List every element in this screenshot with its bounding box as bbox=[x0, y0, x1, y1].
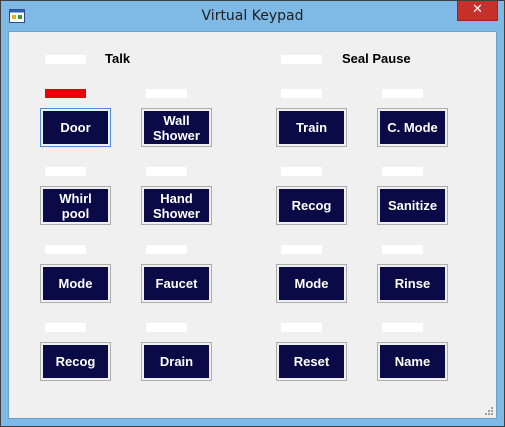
sanitize-button[interactable]: Sanitize bbox=[377, 186, 448, 225]
wall-shower-indicator bbox=[146, 89, 187, 98]
mode-right-indicator bbox=[281, 245, 322, 254]
recog-right-button-label: Recog bbox=[279, 189, 344, 222]
whirlpool-button-label: Whirl pool bbox=[43, 189, 108, 222]
recog-right-indicator bbox=[281, 167, 322, 176]
c-mode-indicator bbox=[382, 89, 423, 98]
reset-button-label: Reset bbox=[279, 345, 344, 378]
keypad-panel: Talk Seal Pause Door Wall Shower Train C… bbox=[8, 31, 497, 419]
drain-button[interactable]: Drain bbox=[141, 342, 212, 381]
talk-label: Talk bbox=[105, 51, 131, 66]
rinse-button[interactable]: Rinse bbox=[377, 264, 448, 303]
name-indicator bbox=[382, 323, 423, 332]
sanitize-button-label: Sanitize bbox=[380, 189, 445, 222]
c-mode-button-label: C. Mode bbox=[380, 111, 445, 144]
rinse-button-label: Rinse bbox=[380, 267, 445, 300]
name-button[interactable]: Name bbox=[377, 342, 448, 381]
reset-indicator bbox=[281, 323, 322, 332]
door-button-label: Door bbox=[43, 111, 108, 144]
close-button[interactable]: ✕ bbox=[457, 1, 498, 21]
whirlpool-indicator bbox=[45, 167, 86, 176]
recog-left-button[interactable]: Recog bbox=[40, 342, 111, 381]
wall-shower-button-label: Wall Shower bbox=[144, 111, 209, 144]
hand-shower-button[interactable]: Hand Shower bbox=[141, 186, 212, 225]
sanitize-indicator bbox=[382, 167, 423, 176]
mode-right-button-label: Mode bbox=[279, 267, 344, 300]
reset-button[interactable]: Reset bbox=[276, 342, 347, 381]
resize-grip-icon[interactable] bbox=[484, 406, 494, 416]
mode-left-button[interactable]: Mode bbox=[40, 264, 111, 303]
hand-shower-indicator bbox=[146, 167, 187, 176]
name-button-label: Name bbox=[380, 345, 445, 378]
mode-left-indicator bbox=[45, 245, 86, 254]
close-icon: ✕ bbox=[472, 2, 483, 17]
recog-right-button[interactable]: Recog bbox=[276, 186, 347, 225]
hand-shower-button-label: Hand Shower bbox=[144, 189, 209, 222]
faucet-button-label: Faucet bbox=[144, 267, 209, 300]
wall-shower-button[interactable]: Wall Shower bbox=[141, 108, 212, 147]
rinse-indicator bbox=[382, 245, 423, 254]
whirlpool-button[interactable]: Whirl pool bbox=[40, 186, 111, 225]
faucet-indicator bbox=[146, 245, 187, 254]
mode-left-button-label: Mode bbox=[43, 267, 108, 300]
c-mode-button[interactable]: C. Mode bbox=[377, 108, 448, 147]
talk-indicator bbox=[45, 55, 86, 64]
mode-right-button[interactable]: Mode bbox=[276, 264, 347, 303]
train-indicator bbox=[281, 89, 322, 98]
train-button-label: Train bbox=[279, 111, 344, 144]
seal-pause-indicator bbox=[281, 55, 322, 64]
recog-left-button-label: Recog bbox=[43, 345, 108, 378]
train-button[interactable]: Train bbox=[276, 108, 347, 147]
recog-left-indicator bbox=[45, 323, 86, 332]
title-bar[interactable]: Virtual Keypad ✕ bbox=[1, 1, 504, 32]
seal-pause-label: Seal Pause bbox=[342, 51, 411, 66]
virtual-keypad-window: Virtual Keypad ✕ Talk Seal Pause Door Wa… bbox=[0, 0, 505, 427]
faucet-button[interactable]: Faucet bbox=[141, 264, 212, 303]
window-title: Virtual Keypad bbox=[201, 8, 304, 24]
door-status-indicator bbox=[45, 89, 86, 98]
drain-button-label: Drain bbox=[144, 345, 209, 378]
door-button[interactable]: Door bbox=[40, 108, 111, 147]
drain-indicator bbox=[146, 323, 187, 332]
